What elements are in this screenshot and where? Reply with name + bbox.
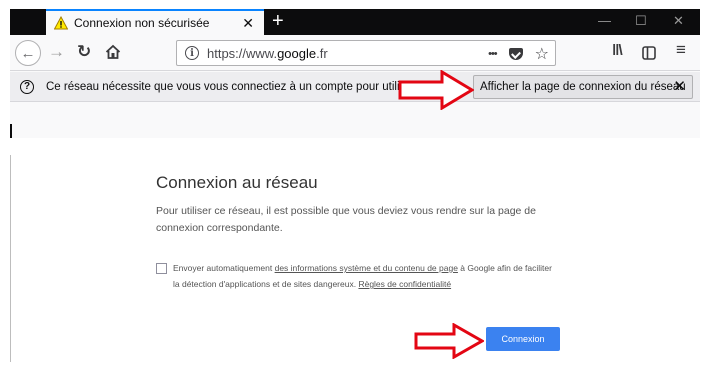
minimize-button[interactable]: — [598, 12, 611, 30]
home-icon[interactable] [105, 44, 121, 60]
network-login-dialog: Connexion au réseau Pour utiliser ce rés… [10, 155, 700, 362]
pocket-icon[interactable] [508, 48, 523, 60]
dialog-title: Connexion au réseau [156, 173, 318, 192]
privacy-policy-link[interactable]: Règles de confidentialité [358, 279, 451, 289]
captive-portal-notification-bar: ? Ce réseau nécessite que vous vous conn… [10, 72, 700, 102]
red-arrow-annotation-top [398, 70, 474, 110]
dialog-description: Pour utiliser ce réseau, il est possible… [156, 205, 536, 234]
notification-close-icon[interactable]: ✕ [673, 77, 686, 95]
url-bar[interactable]: i https://www.google.fr ••• ☆ [176, 40, 556, 66]
library-icon[interactable]: ‖\ [612, 42, 623, 59]
tab-bar: Connexion non sécurisée ✕ + — ☐ ✕ [10, 9, 700, 35]
warning-triangle-icon [54, 16, 68, 30]
send-info-checkbox[interactable] [156, 263, 167, 274]
question-icon: ? [20, 79, 34, 94]
bookmark-star-icon[interactable]: ☆ [535, 44, 549, 64]
arrow-left-icon: ← [20, 44, 36, 62]
url-text: https://www.google.fr [207, 45, 328, 61]
navigation-toolbar: ← → ↻ i https://www.google.fr ••• ☆ ‖\ ≡ [10, 35, 700, 71]
page-actions: ••• ☆ [488, 44, 549, 64]
tab-title: Connexion non sécurisée [74, 16, 210, 30]
window-close-button[interactable]: ✕ [673, 12, 684, 30]
sidebar-icon[interactable] [642, 46, 656, 60]
back-button[interactable]: ← [15, 40, 41, 66]
red-arrow-annotation-bottom [414, 323, 484, 359]
info-icon[interactable]: i [185, 46, 199, 60]
page-actions-menu-button[interactable]: ••• [488, 48, 498, 60]
show-login-page-button[interactable]: Afficher la page de connexion du réseau [473, 75, 693, 99]
system-info-link[interactable]: des informations système et du contenu d… [275, 263, 458, 273]
checkbox-label: Envoyer automatiquement des informations… [173, 263, 552, 289]
tab-close-icon[interactable]: ✕ [242, 15, 254, 32]
connect-button[interactable]: Connexion [486, 327, 560, 351]
reload-button[interactable]: ↻ [77, 41, 91, 63]
forward-button[interactable]: → [48, 41, 65, 63]
tab-active[interactable]: Connexion non sécurisée ✕ [46, 9, 264, 35]
window-edge [10, 124, 12, 138]
new-tab-button[interactable]: + [272, 10, 284, 32]
browser-screenshot: Connexion non sécurisée ✕ + — ☐ ✕ ← → ↻ … [10, 9, 700, 138]
maximize-button[interactable]: ☐ [635, 12, 647, 30]
hamburger-menu-icon[interactable]: ≡ [676, 40, 686, 60]
